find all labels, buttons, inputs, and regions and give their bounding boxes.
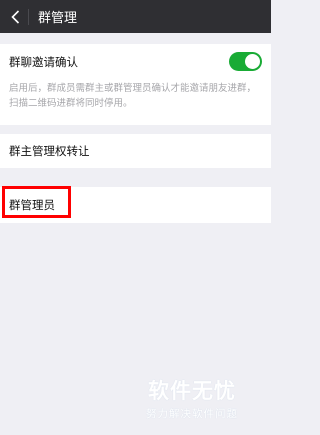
topbar-divider [28, 8, 29, 25]
transfer-ownership-label: 群主管理权转让 [9, 144, 90, 158]
invite-confirm-card: 群聊邀请确认 启用后，群成员需群主或群管理员确认才能邀请朋友进群，扫描二维码进群… [0, 44, 271, 125]
group-admins-label: 群管理员 [9, 198, 55, 212]
invite-confirm-description: 启用后，群成员需群主或群管理员确认才能邀请朋友进群，扫描二维码进群将同时停用。 [9, 83, 257, 109]
top-bar: 群管理 [0, 0, 271, 33]
invite-confirm-toggle[interactable] [229, 52, 262, 71]
watermark-main: 软件无忧 [148, 379, 236, 403]
toggle-knob [245, 54, 260, 69]
transfer-ownership-row[interactable]: 群主管理权转让 [0, 134, 271, 168]
page-title: 群管理 [38, 11, 78, 26]
chevron-left-icon [10, 9, 19, 24]
group-admins-row[interactable]: 群管理员 [0, 187, 271, 223]
invite-confirm-label: 群聊邀请确认 [9, 55, 78, 69]
watermark: 软件无忧 努力解决软件问题 [146, 375, 238, 421]
watermark-sub: 努力解决软件问题 [146, 408, 238, 420]
back-button[interactable] [4, 0, 26, 33]
